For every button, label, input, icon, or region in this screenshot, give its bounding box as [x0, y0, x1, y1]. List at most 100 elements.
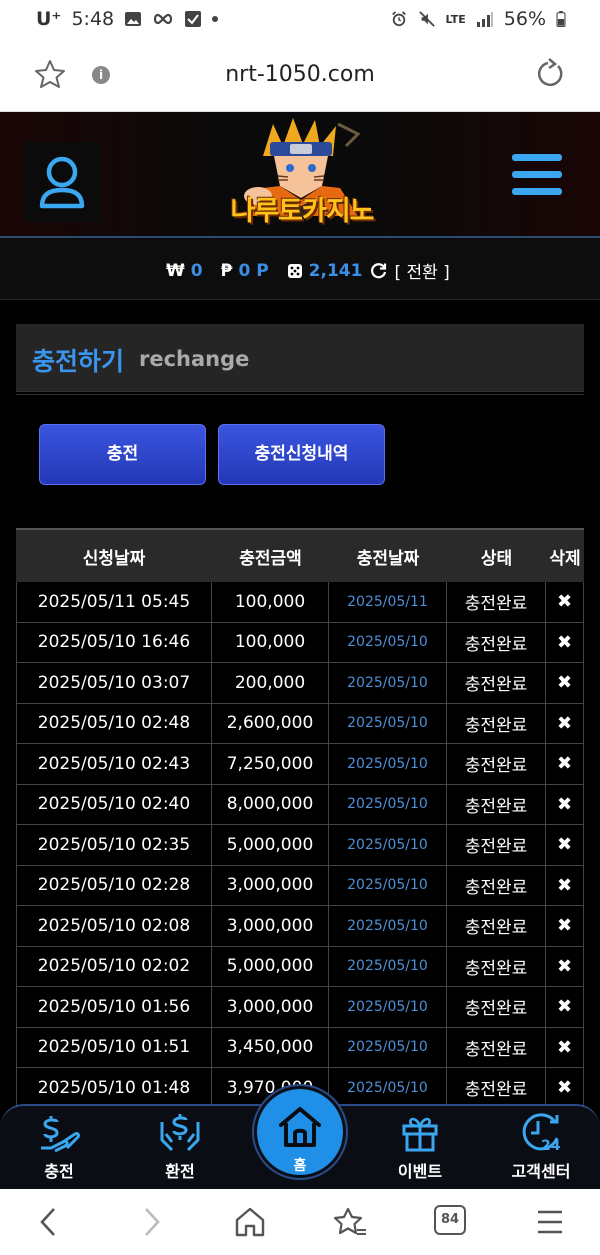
request-date-cell: 2025/05/11 05:45 [16, 582, 212, 623]
delete-icon[interactable]: ✖ [546, 1068, 584, 1109]
status-bar-left: U⁺ 5:48 [36, 8, 219, 30]
delete-icon[interactable]: ✖ [546, 946, 584, 987]
table-row: 2025/05/10 16:46 100,000 2025/05/10 충전완료 ✖ [16, 622, 584, 663]
request-date-cell: 2025/05/10 02:48 [16, 703, 212, 744]
home-nav-icon[interactable] [234, 1206, 266, 1238]
nav-support[interactable]: 24 고객센터 [496, 1112, 586, 1182]
delete-icon[interactable]: ✖ [546, 865, 584, 906]
amount-cell: 100,000 [212, 582, 329, 623]
won-balance: 0 [190, 260, 203, 281]
table-row: 2025/05/10 01:56 3,000,000 2025/05/10 충전완료 ✖ [16, 987, 584, 1028]
table-row: 2025/05/10 01:51 3,450,000 2025/05/10 충전완료 ✖ [16, 1027, 584, 1068]
request-date-cell: 2025/05/10 01:51 [16, 1027, 212, 1068]
reload-icon[interactable] [534, 58, 566, 90]
gallery-icon [125, 12, 142, 26]
nav-event[interactable]: 이벤트 [375, 1112, 465, 1182]
delete-icon[interactable]: ✖ [546, 987, 584, 1028]
charge-history-tab-button[interactable]: 충전신청내역 [218, 424, 385, 485]
delete-icon[interactable]: ✖ [546, 663, 584, 704]
nav-charge[interactable]: 충전 [14, 1112, 104, 1182]
table-row: 2025/05/10 02:35 5,000,000 2025/05/10 충전완료 ✖ [16, 825, 584, 866]
charge-date-cell: 2025/05/10 [329, 663, 447, 704]
delete-icon[interactable]: ✖ [546, 744, 584, 785]
amount-cell: 8,000,000 [212, 784, 329, 825]
charge-money-hand-icon [41, 1116, 80, 1153]
header-charge-date: 충전날짜 [329, 528, 447, 582]
refresh-icon[interactable] [370, 262, 388, 280]
status-cell: 충전완료 [447, 744, 546, 785]
table-row: 2025/05/10 02:43 7,250,000 2025/05/10 충전완료 ✖ [16, 744, 584, 785]
status-cell: 충전완료 [447, 663, 546, 704]
delete-icon[interactable]: ✖ [546, 703, 584, 744]
section-header: 충전하기 rechange [16, 324, 584, 392]
convert-button[interactable]: [ 전환 ] [394, 258, 449, 283]
table-row: 2025/05/10 02:48 2,600,000 2025/05/10 충전완료 ✖ [16, 703, 584, 744]
charge-date-cell: 2025/05/10 [329, 987, 447, 1028]
home-icon [279, 1107, 321, 1147]
network-label: LTE [445, 12, 466, 26]
checkbox-icon [185, 11, 202, 27]
request-date-cell: 2025/05/10 01:56 [16, 987, 212, 1028]
charge-tab-button[interactable]: 충전 [39, 424, 206, 485]
delete-icon[interactable]: ✖ [546, 825, 584, 866]
amount-cell: 3,000,000 [212, 987, 329, 1028]
header-delete: 삭제 [546, 528, 584, 582]
table-row: 2025/05/10 02:02 5,000,000 2025/05/10 충전완료 ✖ [16, 946, 584, 987]
menu-line [512, 171, 562, 178]
mute-icon [418, 11, 435, 27]
amount-cell: 2,600,000 [212, 703, 329, 744]
nav-home-label: 홈 [293, 1158, 307, 1174]
status-cell: 충전완료 [447, 703, 546, 744]
charge-date-cell: 2025/05/10 [329, 703, 447, 744]
page-title: 충전하기 [32, 347, 125, 376]
delete-icon[interactable]: ✖ [546, 784, 584, 825]
divider [16, 394, 584, 395]
battery-icon [556, 11, 566, 27]
menu-line [512, 188, 562, 195]
delete-icon[interactable]: ✖ [546, 1027, 584, 1068]
amount-cell: 3,450,000 [212, 1027, 329, 1068]
status-time: 5:48 [71, 8, 115, 30]
table-row: 2025/05/10 02:08 3,000,000 2025/05/10 충전완료 ✖ [16, 906, 584, 947]
balance-inner: ₩ 0 ₱ 0 P 2,141 [ 전환 ] [166, 258, 450, 284]
header-request-date: 신청날짜 [16, 528, 212, 582]
url-text[interactable]: nrt-1050.com [0, 62, 600, 87]
user-profile-button[interactable] [24, 142, 100, 222]
page-subtitle: rechange [139, 347, 250, 371]
status-cell: 충전완료 [447, 582, 546, 623]
nav-exchange[interactable]: 환전 [135, 1112, 225, 1182]
menu-icon[interactable] [536, 1206, 564, 1238]
status-cell: 충전완료 [447, 784, 546, 825]
table-body: 2025/05/11 05:45 100,000 2025/05/11 충전완료 ✖ 20… [16, 582, 584, 1109]
header-status: 상태 [447, 528, 546, 582]
delete-icon[interactable]: ✖ [546, 622, 584, 663]
delete-icon[interactable]: ✖ [546, 582, 584, 623]
charge-date-cell: 2025/05/10 [329, 1027, 447, 1068]
exchange-hands-icon [160, 1114, 200, 1152]
svg-text:24: 24 [541, 1138, 561, 1152]
bookmarks-star-icon[interactable] [333, 1206, 367, 1238]
status-cell: 충전완료 [447, 1027, 546, 1068]
status-bar-right: LTE 56% [390, 8, 566, 30]
request-date-cell: 2025/05/10 02:28 [16, 865, 212, 906]
charge-date-cell: 2025/05/10 [329, 622, 447, 663]
24h-support-icon: 24 [522, 1113, 561, 1154]
signal-icon [476, 12, 493, 27]
dice-icon [287, 263, 302, 278]
amount-cell: 100,000 [212, 622, 329, 663]
tabs-count-button[interactable]: 84 [434, 1205, 466, 1235]
nav-home-button[interactable]: 홈 [254, 1086, 346, 1178]
delete-icon[interactable]: ✖ [546, 906, 584, 947]
back-icon[interactable] [36, 1206, 60, 1238]
screen: U⁺ 5:48 LTE 56% i nrt-1050.com 나루토카지노 ₩ … [0, 0, 600, 1255]
charge-date-cell: 2025/05/10 [329, 1068, 447, 1109]
point-balance: 0 P [238, 260, 269, 281]
charge-date-cell: 2025/05/10 [329, 744, 447, 785]
hamburger-menu-button[interactable] [512, 154, 562, 196]
site-header: 나루토카지노 [0, 112, 600, 238]
site-logo[interactable]: 나루토카지노 [218, 116, 383, 236]
nav-event-label: 이벤트 [397, 1162, 443, 1181]
request-date-cell: 2025/05/10 02:35 [16, 825, 212, 866]
forward-icon[interactable] [140, 1206, 164, 1238]
table-header-row: 신청날짜 충전금액 충전날짜 상태 삭제 [16, 528, 584, 582]
